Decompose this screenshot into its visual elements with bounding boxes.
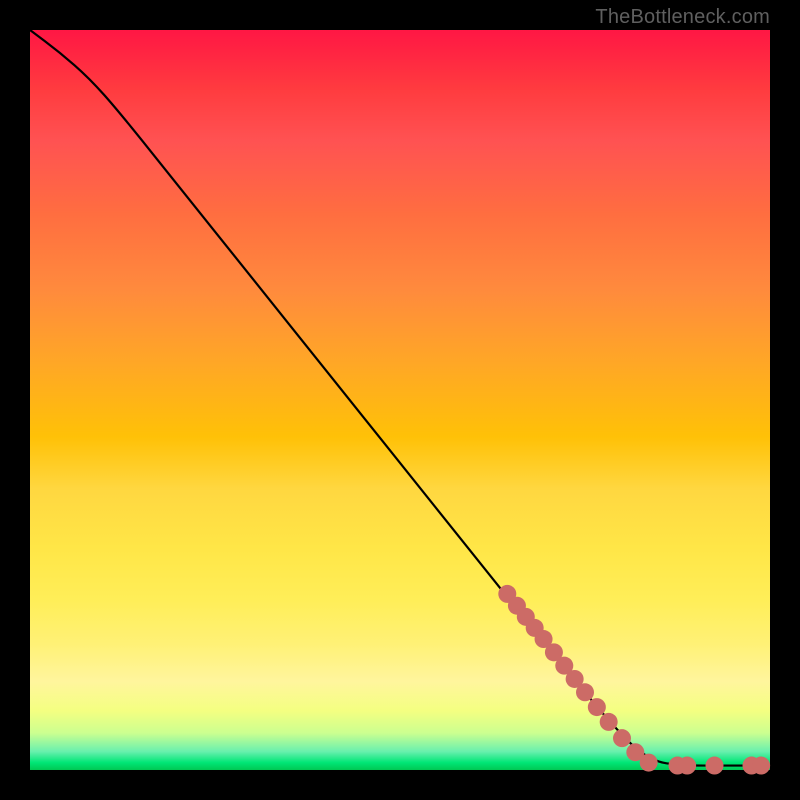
data-dots [498, 585, 770, 775]
data-dot [706, 757, 724, 775]
data-dot [678, 757, 696, 775]
data-dot [752, 757, 770, 775]
data-dot [576, 683, 594, 701]
data-dot [588, 698, 606, 716]
data-dot [640, 754, 658, 772]
data-dot [613, 729, 631, 747]
plot-area [30, 30, 770, 770]
data-dot [600, 713, 618, 731]
bottleneck-curve [30, 30, 770, 766]
chart-svg [30, 30, 770, 770]
attribution-text: TheBottleneck.com [595, 6, 770, 29]
chart-frame: TheBottleneck.com [0, 0, 800, 800]
